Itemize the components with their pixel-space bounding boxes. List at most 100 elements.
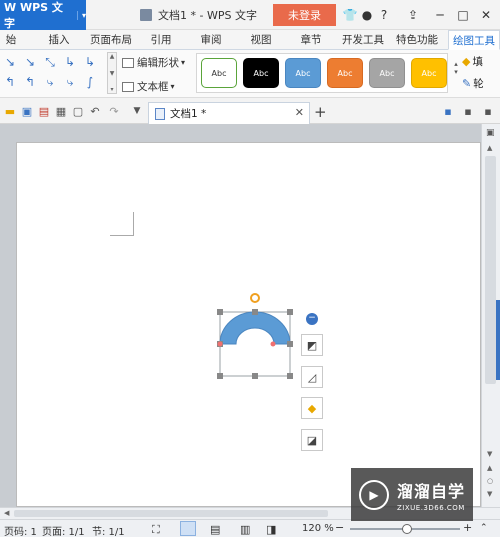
- upload-icon[interactable]: ⇪: [405, 7, 421, 23]
- styles-expand-icon[interactable]: ▴ ▾: [452, 60, 460, 82]
- resize-handle[interactable]: [287, 341, 293, 347]
- arrow-icon[interactable]: ↘: [22, 54, 38, 70]
- tab-view[interactable]: 视图: [246, 30, 276, 50]
- text-box-label: 文本框: [137, 81, 169, 93]
- resize-handle[interactable]: [217, 373, 223, 379]
- outline-button[interactable]: ✎ 轮: [462, 76, 484, 91]
- expand-icon[interactable]: ⌃: [480, 523, 488, 533]
- shape-effects-button[interactable]: ◪: [301, 429, 323, 451]
- export-pdf-icon[interactable]: ▤: [37, 104, 51, 118]
- h-scrollbar-thumb[interactable]: [14, 510, 328, 517]
- select-browse-icon[interactable]: ○: [487, 477, 493, 485]
- resize-handle[interactable]: [252, 373, 258, 379]
- prev-page-icon[interactable]: ▲: [487, 464, 492, 472]
- scroll-up-icon[interactable]: ▲: [487, 144, 492, 152]
- resize-handle[interactable]: [287, 309, 293, 315]
- page-view-icon[interactable]: [180, 521, 196, 536]
- resize-handle[interactable]: [217, 309, 223, 315]
- gallery-scroll[interactable]: ▲ ▼ ▾: [107, 52, 117, 94]
- fill-button[interactable]: ◆ 填: [462, 54, 483, 69]
- shape-style-5[interactable]: Abc: [369, 58, 405, 88]
- scroll-left-icon[interactable]: ◀: [4, 509, 9, 517]
- tab-references[interactable]: 引用: [146, 30, 176, 50]
- freeform-icon[interactable]: ∫: [82, 74, 98, 90]
- rotate-handle-icon[interactable]: [250, 293, 260, 303]
- zoom-in-icon[interactable]: +: [463, 521, 472, 534]
- minimize-button[interactable]: ─: [432, 7, 448, 23]
- undo-icon[interactable]: ↶: [88, 104, 102, 118]
- focus-mode-icon[interactable]: ⛶: [152, 523, 160, 537]
- redo-icon[interactable]: ↷: [107, 104, 121, 118]
- adjust-handle[interactable]: [270, 341, 276, 347]
- chevron-down-icon: ▾: [181, 58, 186, 67]
- open-icon[interactable]: ▬: [3, 104, 17, 118]
- scrollbar-thumb[interactable]: [485, 156, 496, 384]
- print-preview-icon[interactable]: ▢: [71, 104, 85, 118]
- shape-style-6[interactable]: Abc: [411, 58, 447, 88]
- scroll-down-icon[interactable]: ▼: [487, 450, 492, 458]
- shape-style-1[interactable]: Abc: [201, 58, 237, 88]
- play-logo-icon: ▶: [359, 479, 389, 510]
- adjust-handle[interactable]: [217, 341, 223, 347]
- collapse-icon[interactable]: −: [306, 313, 318, 325]
- outline-view-icon[interactable]: ▤: [210, 523, 220, 536]
- block-arc[interactable]: [219, 311, 291, 345]
- maximize-button[interactable]: □: [455, 7, 471, 23]
- shirt-icon[interactable]: 👕: [342, 7, 358, 23]
- save-icon[interactable]: ▣: [20, 104, 34, 118]
- curve-double-icon[interactable]: ⤷: [62, 74, 78, 90]
- line-icon[interactable]: ↘: [2, 54, 18, 70]
- side-panel-toggle[interactable]: [496, 300, 500, 380]
- edit-shape-label: 编辑形状: [137, 57, 179, 69]
- curve-arrow-icon[interactable]: ⤷: [42, 74, 58, 90]
- chevron-down-icon[interactable]: ▾: [76, 10, 86, 20]
- text-box-button[interactable]: 文本框 ▾: [122, 79, 175, 94]
- tab-chapter[interactable]: 章节: [296, 30, 326, 50]
- chevron-down-icon[interactable]: ▼: [130, 104, 144, 118]
- fill-icon: ◆: [307, 401, 317, 415]
- zoom-out-icon[interactable]: −: [335, 521, 344, 534]
- shape-fill-button[interactable]: ◆: [301, 397, 323, 419]
- layout-options-button[interactable]: ◩: [301, 334, 323, 356]
- edit-shape-button[interactable]: 编辑形状 ▾: [122, 55, 185, 70]
- login-button[interactable]: 未登录: [273, 4, 336, 26]
- view-options-icon[interactable]: ▣: [486, 128, 495, 138]
- arch-shape[interactable]: [212, 292, 302, 384]
- tab-review[interactable]: 审阅: [196, 30, 226, 50]
- resize-handle[interactable]: [252, 309, 258, 315]
- document-tab[interactable]: 文档1 * ✕: [148, 102, 310, 124]
- next-page-icon[interactable]: ▼: [487, 490, 492, 498]
- print-icon[interactable]: ▦: [54, 104, 68, 118]
- close-tab-icon[interactable]: ✕: [295, 106, 304, 119]
- word-icon[interactable]: ▪: [441, 104, 455, 118]
- close-doc-icon[interactable]: ▪: [481, 104, 495, 118]
- curve-connector-icon[interactable]: ↰: [22, 74, 38, 90]
- watermark: ▶ 溜溜自学 ZIXUE.3D66.COM: [351, 468, 473, 521]
- edit-shape-icon: [122, 57, 134, 68]
- tab-insert[interactable]: 插入: [42, 30, 76, 50]
- chat-icon[interactable]: ●: [359, 7, 375, 23]
- shape-style-3[interactable]: Abc: [285, 58, 321, 88]
- tab-page-layout[interactable]: 页面布局: [88, 30, 134, 50]
- resize-handle[interactable]: [287, 373, 293, 379]
- shape-style-2[interactable]: Abc: [243, 58, 279, 88]
- web-view-icon[interactable]: ◨: [266, 523, 276, 536]
- read-view-icon[interactable]: ▥: [240, 523, 250, 536]
- elbow-double-icon[interactable]: ↰: [2, 74, 18, 90]
- double-arrow-icon[interactable]: ⤡: [42, 54, 58, 70]
- shape-style-4[interactable]: Abc: [327, 58, 363, 88]
- zoom-slider-knob[interactable]: [402, 524, 412, 534]
- tab-developer[interactable]: 开发工具: [340, 30, 386, 50]
- layout-icon: ◩: [306, 338, 318, 352]
- tab-features[interactable]: 特色功能: [394, 30, 440, 50]
- app-menu-button[interactable]: W WPS 文字 ▾: [0, 0, 86, 30]
- close-button[interactable]: ✕: [478, 7, 494, 23]
- elbow-connector-icon[interactable]: ↳: [62, 54, 78, 70]
- restore-icon[interactable]: ▪: [461, 104, 475, 118]
- shape-outline-button[interactable]: ◿: [301, 366, 323, 388]
- tab-start[interactable]: 始: [0, 30, 22, 50]
- elbow-arrow-icon[interactable]: ↳: [82, 54, 98, 70]
- help-icon[interactable]: ?: [376, 7, 392, 23]
- add-tab-button[interactable]: +: [314, 103, 327, 121]
- tab-drawing-tools[interactable]: 绘图工具: [448, 30, 500, 50]
